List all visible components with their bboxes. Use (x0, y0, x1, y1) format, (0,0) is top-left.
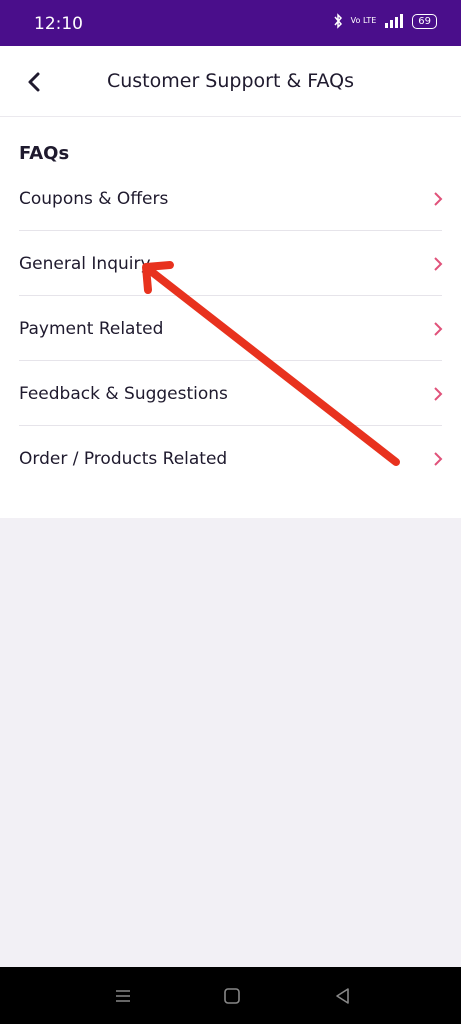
status-time: 12:10 (34, 14, 83, 34)
faq-item-label: Payment Related (19, 319, 164, 339)
chevron-right-icon (434, 452, 443, 466)
faq-item-label: Order / Products Related (19, 449, 228, 469)
bluetooth-icon (334, 13, 342, 29)
faq-item-coupons[interactable]: Coupons & Offers (0, 165, 461, 230)
status-bar: 12:10 Vo LTE 69 (0, 0, 461, 46)
menu-icon[interactable] (110, 983, 136, 1009)
chevron-right-icon (434, 322, 443, 336)
faq-item-order-products[interactable]: Order / Products Related (0, 425, 461, 490)
faq-item-label: General Inquiry (19, 254, 151, 274)
app-header: Customer Support & FAQs (0, 46, 461, 117)
faq-item-general-inquiry[interactable]: General Inquiry (0, 230, 461, 295)
signal-icon (385, 14, 404, 28)
chevron-right-icon (434, 192, 443, 206)
system-nav-bar (0, 967, 461, 1024)
faq-section-title: FAQs (19, 143, 70, 164)
volte-icon: Vo LTE (350, 16, 377, 25)
status-icons: Vo LTE 69 (333, 13, 437, 29)
faq-panel: FAQs Coupons & Offers General Inquiry Pa… (0, 117, 461, 518)
battery-icon: 69 (412, 13, 437, 29)
page-title: Customer Support & FAQs (106, 70, 355, 92)
faq-item-label: Feedback & Suggestions (19, 384, 228, 404)
chevron-right-icon (434, 387, 443, 401)
faq-item-label: Coupons & Offers (19, 189, 169, 209)
faq-item-feedback[interactable]: Feedback & Suggestions (0, 360, 461, 425)
home-icon[interactable] (219, 983, 245, 1009)
back-icon[interactable] (330, 983, 356, 1009)
faq-item-payment[interactable]: Payment Related (0, 295, 461, 360)
chevron-right-icon (434, 257, 443, 271)
